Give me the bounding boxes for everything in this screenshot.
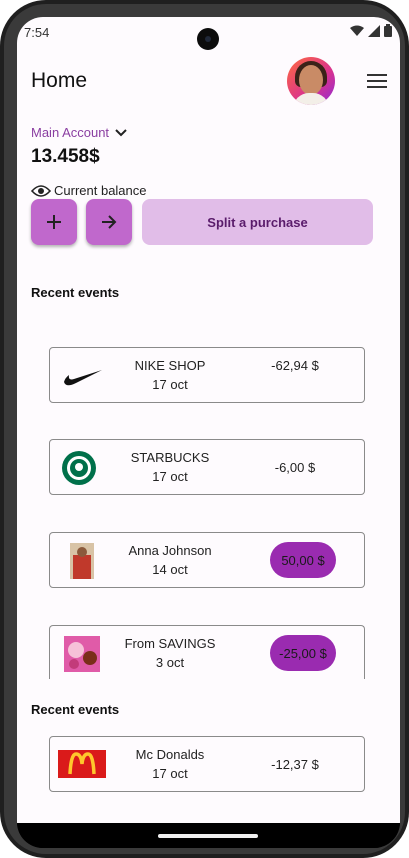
- event-amount: -62,94 $: [271, 358, 319, 373]
- chevron-down-icon: [115, 128, 127, 136]
- eye-icon: [31, 184, 51, 197]
- event-date: 14 oct: [152, 562, 188, 577]
- event-date: 3 oct: [155, 655, 185, 670]
- avatar-shirt: [293, 93, 329, 105]
- status-time: 7:54: [24, 25, 50, 40]
- current-balance-toggle[interactable]: Current balance: [31, 183, 147, 198]
- phone-bezel: 7:54 Home Main Account 13.458$ Current b…: [4, 4, 405, 854]
- front-camera: [197, 28, 219, 50]
- starbucks-logo: [60, 450, 106, 485]
- add-button[interactable]: [31, 199, 77, 245]
- status-icons: [350, 24, 392, 37]
- event-amount-badge: -25,00 $: [270, 635, 336, 671]
- nike-logo: [60, 358, 106, 392]
- event-amount: -6,00 $: [274, 460, 316, 475]
- event-date: 17 oct: [152, 377, 188, 392]
- arrow-right-icon: [102, 215, 117, 229]
- system-nav-bar: [17, 823, 400, 848]
- home-indicator[interactable]: [158, 834, 258, 838]
- event-date: 17 oct: [152, 469, 188, 484]
- event-name: Anna Johnson: [128, 543, 212, 558]
- page-title: Home: [31, 69, 88, 92]
- split-purchase-button[interactable]: Split a purchase: [142, 199, 373, 245]
- event-card-mcdonalds[interactable]: Mc Donalds 17 oct -12,37 $: [49, 736, 365, 792]
- battery-icon: [384, 24, 392, 37]
- phone-frame: 7:54 Home Main Account 13.458$ Current b…: [0, 0, 409, 858]
- event-name: STARBUCKS: [130, 450, 210, 465]
- avatar-face: [299, 65, 323, 95]
- screen: 7:54 Home Main Account 13.458$ Current b…: [17, 17, 400, 848]
- account-selector[interactable]: Main Account: [31, 125, 127, 140]
- event-name: NIKE SHOP: [134, 358, 206, 373]
- event-name: From SAVINGS: [124, 636, 216, 651]
- account-balance: 13.458$: [31, 146, 100, 167]
- person-photo: [60, 543, 106, 579]
- savings-photo: [60, 636, 106, 672]
- plus-icon: [47, 215, 61, 229]
- event-card-starbucks[interactable]: STARBUCKS 17 oct -6,00 $: [49, 439, 365, 495]
- mcdonalds-logo: [58, 750, 106, 778]
- event-amount: -12,37 $: [271, 757, 319, 772]
- menu-icon[interactable]: [367, 74, 387, 90]
- event-amount-badge: 50,00 $: [270, 542, 336, 578]
- recent-events-heading: Recent events: [31, 285, 120, 300]
- recent-events-heading-2: Recent events: [31, 702, 120, 717]
- avatar[interactable]: [287, 57, 335, 105]
- event-card-nike[interactable]: NIKE SHOP 17 oct -62,94 $: [49, 347, 365, 403]
- event-card-savings[interactable]: From SAVINGS 3 oct -25,00 $: [49, 625, 365, 679]
- wifi-icon: [350, 25, 364, 36]
- transfer-button[interactable]: [86, 199, 132, 245]
- account-name: Main Account: [31, 125, 110, 140]
- current-balance-label: Current balance: [54, 183, 147, 198]
- signal-icon: [368, 24, 380, 37]
- app-content: 7:54 Home Main Account 13.458$ Current b…: [17, 17, 400, 823]
- event-name: Mc Donalds: [135, 747, 205, 762]
- event-card-anna-johnson[interactable]: Anna Johnson 14 oct 50,00 $: [49, 532, 365, 588]
- event-date: 17 oct: [152, 766, 188, 781]
- status-bar: 7:54: [17, 17, 400, 50]
